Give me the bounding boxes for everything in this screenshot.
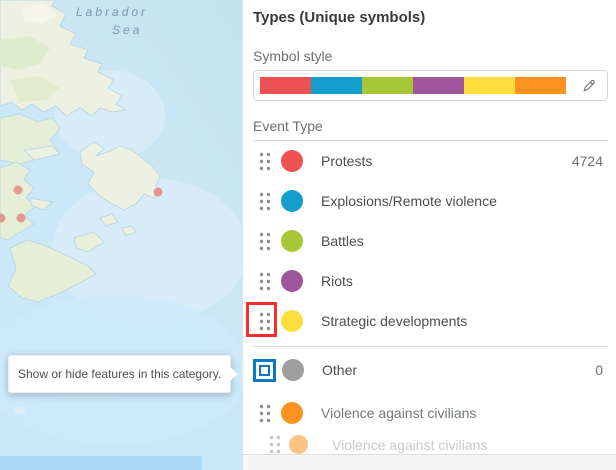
drag-handle-icon[interactable] bbox=[259, 404, 271, 423]
ramp-swatch bbox=[464, 77, 515, 94]
map-bottom-band bbox=[0, 456, 202, 470]
category-count: 0 bbox=[595, 362, 603, 378]
category-symbol bbox=[282, 359, 304, 381]
panel-footer bbox=[243, 454, 616, 470]
legend-row-violence-against-civilians[interactable]: Violence against civilians bbox=[253, 393, 608, 433]
symbol-style-button[interactable] bbox=[253, 70, 608, 101]
legend-row-riots[interactable]: Riots bbox=[253, 261, 608, 301]
category-symbol bbox=[281, 190, 303, 212]
category-count: 4724 bbox=[571, 153, 603, 169]
drag-handle-icon[interactable] bbox=[259, 272, 271, 291]
color-ramp bbox=[260, 77, 566, 94]
map-canvas[interactable]: Labrador Sea bbox=[0, 0, 242, 470]
checkbox-inner-square bbox=[259, 364, 270, 376]
category-symbol bbox=[281, 230, 303, 252]
legend-row-explosions[interactable]: Explosions/Remote violence bbox=[253, 181, 608, 221]
category-symbol bbox=[281, 402, 303, 424]
category-symbol bbox=[281, 270, 303, 292]
category-symbol bbox=[281, 150, 303, 172]
tooltip-text: Show or hide features in this category. bbox=[18, 367, 222, 381]
category-label: Explosions/Remote violence bbox=[321, 193, 497, 209]
legend-row-strategic-developments[interactable]: Strategic developments bbox=[253, 301, 608, 341]
category-symbol bbox=[289, 435, 308, 454]
visibility-checkbox-icon[interactable] bbox=[253, 358, 276, 382]
sea-label-line1: Labrador bbox=[76, 5, 148, 19]
drag-handle-icon[interactable] bbox=[259, 192, 271, 211]
ramp-swatch bbox=[311, 77, 362, 94]
ramp-swatch bbox=[260, 77, 311, 94]
drag-handle-icon[interactable] bbox=[259, 232, 271, 251]
symbol-style-label: Symbol style bbox=[253, 48, 333, 64]
map-event-dot[interactable] bbox=[153, 187, 163, 197]
divider bbox=[253, 346, 608, 347]
ramp-swatch bbox=[413, 77, 464, 94]
drag-handle-highlight bbox=[246, 302, 277, 337]
category-label: Battles bbox=[321, 233, 364, 249]
map-event-dot[interactable] bbox=[13, 185, 23, 195]
category-label: Violence against civilians bbox=[332, 436, 488, 453]
category-label: Riots bbox=[321, 273, 353, 289]
ramp-swatch bbox=[362, 77, 413, 94]
map-event-dot[interactable] bbox=[16, 213, 26, 223]
basemap: Labrador Sea bbox=[0, 0, 242, 470]
legend-row-drag-ghost: Violence against civilians bbox=[253, 433, 608, 456]
panel-title: Types (Unique symbols) bbox=[253, 9, 426, 26]
drag-handle-icon[interactable] bbox=[259, 152, 271, 171]
legend-row-other[interactable]: Other 0 bbox=[253, 349, 608, 391]
category-label: Other bbox=[322, 362, 358, 378]
category-label: Strategic developments bbox=[321, 313, 468, 329]
category-label: Protests bbox=[321, 153, 373, 169]
category-symbol bbox=[281, 310, 303, 332]
category-label: Violence against civilians bbox=[321, 405, 477, 421]
sea-label-line2: Sea bbox=[112, 23, 142, 37]
style-panel: Types (Unique symbols) Symbol style Even… bbox=[242, 0, 616, 470]
event-type-header: Event Type bbox=[253, 117, 608, 141]
legend-row-protests[interactable]: Protests 4724 bbox=[253, 141, 608, 181]
pencil-icon[interactable] bbox=[580, 77, 597, 94]
ramp-swatch bbox=[515, 77, 566, 94]
drag-handle-icon bbox=[269, 435, 281, 454]
tooltip: Show or hide features in this category. bbox=[8, 355, 232, 393]
legend-row-battles[interactable]: Battles bbox=[253, 221, 608, 261]
